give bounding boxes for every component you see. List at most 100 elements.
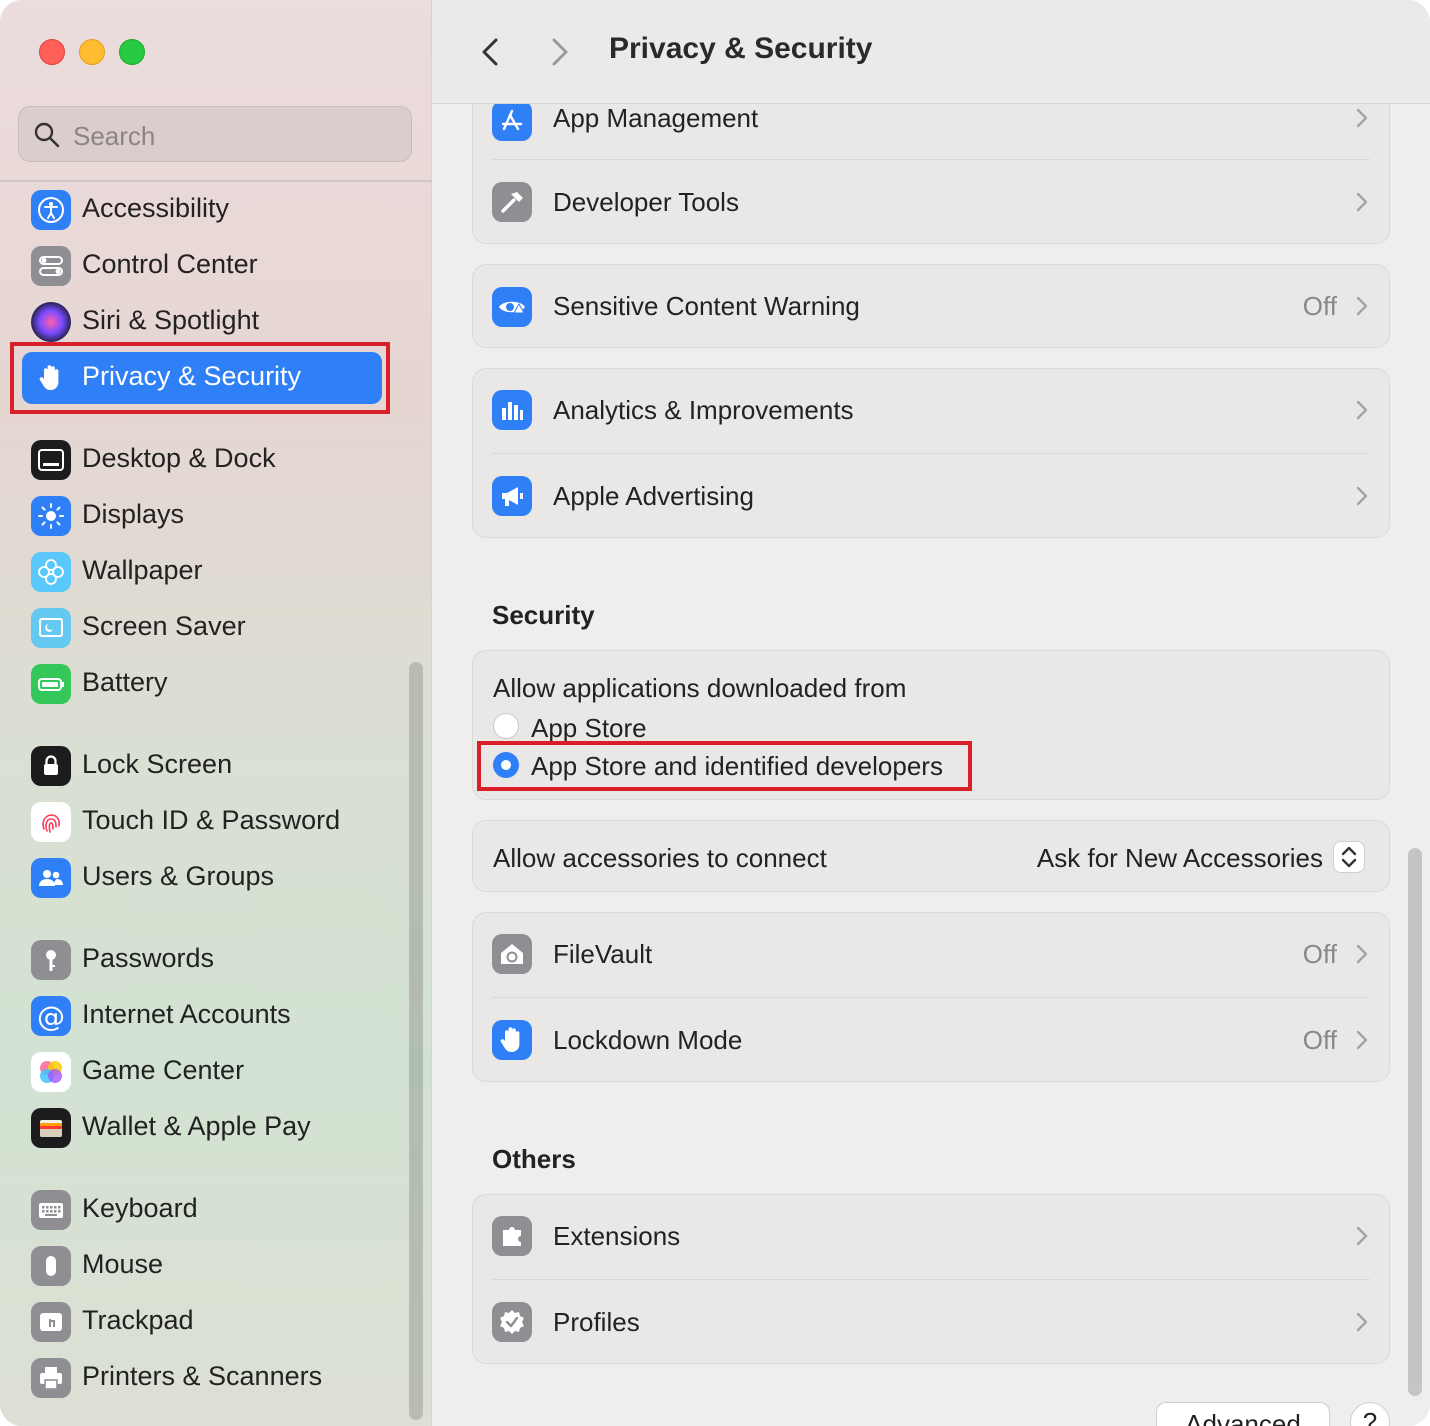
- screensaver-icon: [31, 608, 71, 648]
- row-label: FileVault: [553, 939, 653, 969]
- sidebar-item-label: Desktop & Dock: [82, 443, 276, 473]
- row-label: Sensitive Content Warning: [553, 291, 860, 321]
- accessories-popup[interactable]: Ask for New Accessories: [999, 835, 1369, 879]
- at-icon: @: [31, 996, 71, 1036]
- hammer-icon: [492, 182, 532, 222]
- sidebar-item-label: Lock Screen: [82, 749, 233, 779]
- sidebar-item-internet-accounts[interactable]: @ Internet Accounts: [22, 990, 382, 1042]
- card-filevault-lockdown: FileVault Off Lockdown Mode Off: [472, 912, 1390, 1082]
- sidebar-item-label: Displays: [82, 499, 185, 529]
- siri-icon: [31, 302, 71, 342]
- row-analytics[interactable]: Analytics & Improvements: [473, 369, 1389, 455]
- mouse-icon: [31, 1246, 71, 1286]
- flower-icon: [31, 552, 71, 592]
- sidebar-item-passwords[interactable]: Passwords: [22, 934, 382, 986]
- chevron-right-icon: [1356, 108, 1368, 128]
- sidebar-item-trackpad[interactable]: Trackpad: [22, 1296, 382, 1348]
- sidebar-item-wallpaper[interactable]: Wallpaper: [22, 546, 382, 598]
- close-window-button[interactable]: [39, 39, 65, 65]
- row-extensions[interactable]: Extensions: [473, 1195, 1389, 1281]
- highlight-box-sidebar: [10, 342, 390, 414]
- sidebar-item-screen-saver[interactable]: Screen Saver: [22, 602, 382, 654]
- sidebar-divider: [0, 180, 431, 182]
- accessibility-icon: [31, 190, 71, 230]
- row-developer-tools[interactable]: Developer Tools: [473, 159, 1389, 245]
- settings-window: Search Accessibility Control Center Siri…: [0, 0, 1430, 1426]
- sidebar-item-displays[interactable]: Displays: [22, 490, 382, 542]
- row-filevault[interactable]: FileVault Off: [473, 913, 1389, 999]
- sidebar-item-label: Mouse: [82, 1249, 164, 1279]
- highlight-box-radio: [477, 741, 972, 791]
- accessories-value: Ask for New Accessories: [1036, 843, 1323, 873]
- row-label: Extensions: [553, 1221, 681, 1251]
- eye-warning-icon: [492, 287, 532, 327]
- row-value: Off: [1302, 291, 1337, 321]
- title-bar: Privacy & Security: [432, 0, 1430, 104]
- sidebar-item-label: Touch ID & Password: [82, 805, 341, 835]
- sidebar-item-mouse[interactable]: Mouse: [22, 1240, 382, 1292]
- row-profiles[interactable]: Profiles: [473, 1279, 1389, 1365]
- back-button[interactable]: [476, 32, 506, 72]
- users-icon: [31, 858, 71, 898]
- sidebar-item-label: Trackpad: [82, 1305, 194, 1335]
- accessories-label: Allow accessories to connect: [493, 843, 827, 873]
- megaphone-icon: [492, 476, 532, 516]
- wallet-icon: [31, 1108, 71, 1148]
- checkmark-badge-icon: [492, 1302, 532, 1342]
- puzzle-icon: [492, 1216, 532, 1256]
- sidebar-item-printers[interactable]: Printers & Scanners: [22, 1352, 382, 1404]
- trackpad-icon: [31, 1302, 71, 1342]
- sidebar-item-label: Users & Groups: [82, 861, 275, 891]
- filevault-icon: [492, 934, 532, 974]
- zoom-window-button[interactable]: [119, 39, 145, 65]
- sidebar-item-lock-screen[interactable]: Lock Screen: [22, 740, 382, 792]
- chevron-right-icon: [1356, 1030, 1368, 1050]
- key-icon: [31, 940, 71, 980]
- app-store-icon: [492, 101, 532, 141]
- sidebar-item-label: Control Center: [82, 249, 258, 279]
- sidebar-item-touch-id[interactable]: Touch ID & Password: [22, 796, 382, 848]
- sidebar-item-game-center[interactable]: Game Center: [22, 1046, 382, 1098]
- sidebar-item-wallet[interactable]: Wallet & Apple Pay: [22, 1102, 382, 1154]
- sidebar: Search Accessibility Control Center Siri…: [0, 0, 432, 1426]
- sidebar-item-desktop-dock[interactable]: Desktop & Dock: [22, 434, 382, 486]
- control-center-icon: [31, 246, 71, 286]
- fingerprint-icon: [31, 802, 71, 842]
- sun-icon: [31, 496, 71, 536]
- sidebar-item-label: Game Center: [82, 1055, 245, 1085]
- sidebar-item-battery[interactable]: Battery: [22, 658, 382, 710]
- chevron-right-icon: [1356, 296, 1368, 316]
- minimize-window-button[interactable]: [79, 39, 105, 65]
- sidebar-item-siri-spotlight[interactable]: Siri & Spotlight: [22, 296, 382, 348]
- sidebar-item-label: Keyboard: [82, 1193, 198, 1223]
- radio-app-store[interactable]: [493, 713, 519, 739]
- sidebar-item-accessibility[interactable]: Accessibility: [22, 184, 382, 236]
- game-center-icon: [31, 1052, 71, 1092]
- search-placeholder: Search: [73, 121, 156, 151]
- sidebar-item-label: Screen Saver: [82, 611, 246, 641]
- row-label: App Management: [553, 103, 759, 133]
- hand-icon: [492, 1020, 532, 1060]
- sidebar-item-control-center[interactable]: Control Center: [22, 240, 382, 292]
- main-scrollbar[interactable]: [1408, 848, 1422, 1396]
- row-lockdown-mode[interactable]: Lockdown Mode Off: [473, 997, 1389, 1083]
- sidebar-item-keyboard[interactable]: Keyboard: [22, 1184, 382, 1236]
- row-sensitive-content[interactable]: Sensitive Content Warning Off: [473, 265, 1389, 349]
- search-field[interactable]: Search: [18, 106, 412, 162]
- chevron-right-icon: [1356, 1312, 1368, 1332]
- chevron-right-icon: [1356, 944, 1368, 964]
- row-apple-advertising[interactable]: Apple Advertising: [473, 453, 1389, 539]
- bar-chart-icon: [492, 390, 532, 430]
- forward-button[interactable]: [544, 32, 574, 72]
- row-label: Profiles: [553, 1307, 640, 1337]
- sidebar-item-label: Battery: [82, 667, 168, 697]
- sidebar-item-users-groups[interactable]: Users & Groups: [22, 852, 382, 904]
- sidebar-scrollbar[interactable]: [409, 662, 423, 1420]
- battery-icon: [31, 664, 71, 704]
- allow-apps-label: Allow applications downloaded from: [493, 673, 907, 703]
- card-analytics: Analytics & Improvements Apple Advertisi…: [472, 368, 1390, 538]
- advanced-button[interactable]: Advanced: [1156, 1402, 1330, 1426]
- section-heading-others: Others: [492, 1144, 576, 1174]
- chevron-right-icon: [1356, 486, 1368, 506]
- dock-icon: [31, 440, 71, 480]
